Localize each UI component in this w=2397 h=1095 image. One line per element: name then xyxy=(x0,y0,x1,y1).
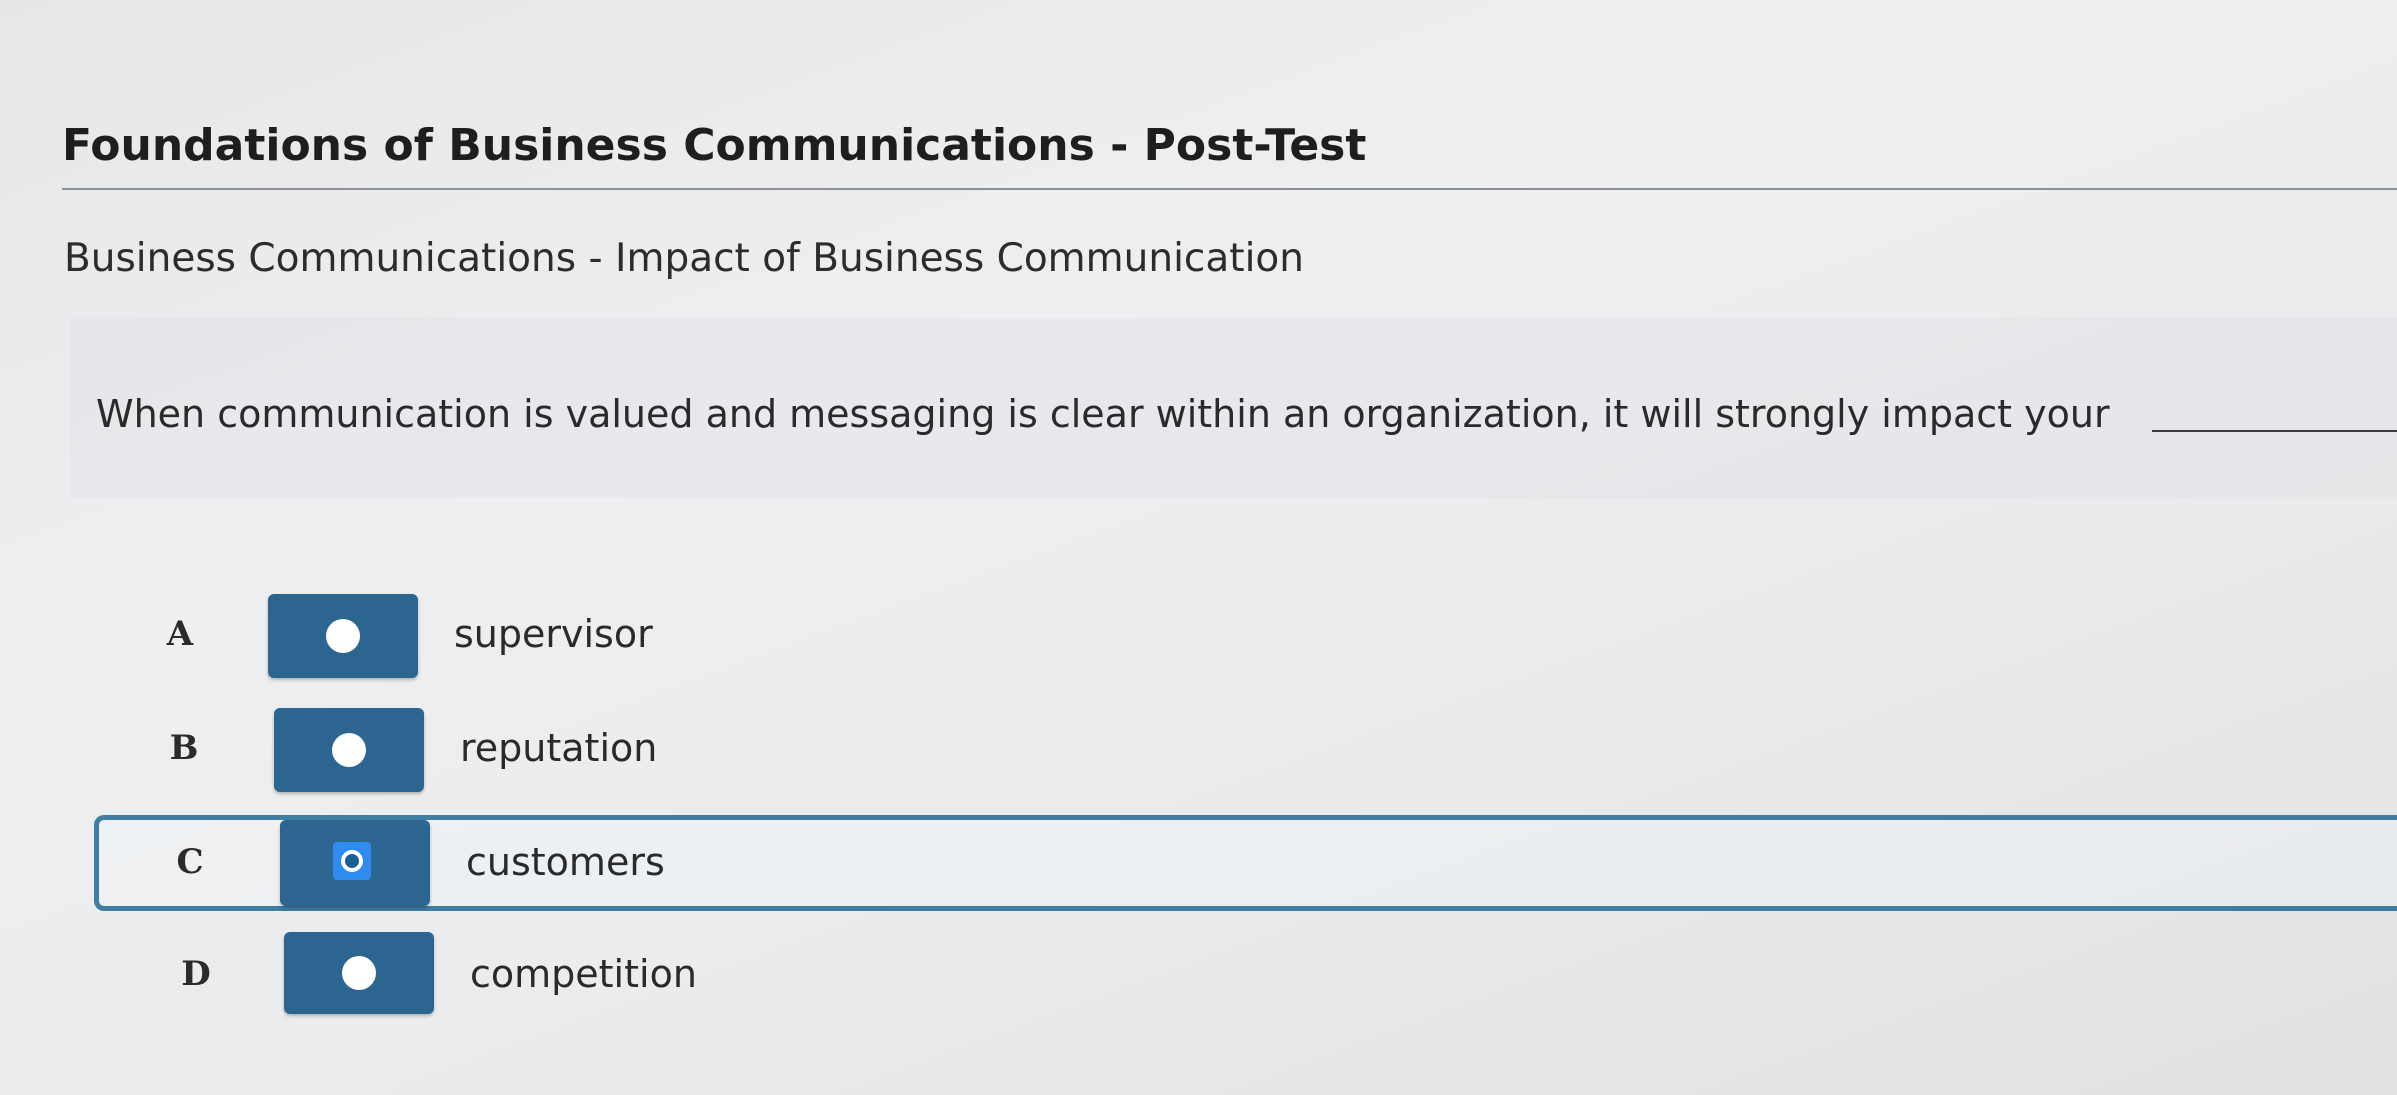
option-letter-b: B xyxy=(169,728,199,768)
option-label-c[interactable]: customers xyxy=(466,840,665,884)
option-row-c-selected[interactable] xyxy=(94,815,2397,911)
option-label-b[interactable]: reputation xyxy=(460,726,657,770)
option-letter-d: D xyxy=(181,954,211,994)
radio-dot-icon xyxy=(326,619,360,653)
option-letter-a: A xyxy=(166,614,194,654)
option-letter-c: C xyxy=(176,842,204,882)
radio-dot-icon xyxy=(342,956,376,990)
radio-dot-icon xyxy=(332,733,366,767)
option-radio-c[interactable] xyxy=(280,820,430,906)
option-label-a[interactable]: supervisor xyxy=(454,612,653,656)
option-radio-d[interactable] xyxy=(284,932,434,1014)
option-radio-a[interactable] xyxy=(268,594,418,678)
option-label-d[interactable]: competition xyxy=(470,952,697,996)
radio-selected-icon xyxy=(333,842,371,880)
answer-options: A supervisor B reputation C customers D … xyxy=(0,0,2397,1095)
option-radio-b[interactable] xyxy=(274,708,424,792)
